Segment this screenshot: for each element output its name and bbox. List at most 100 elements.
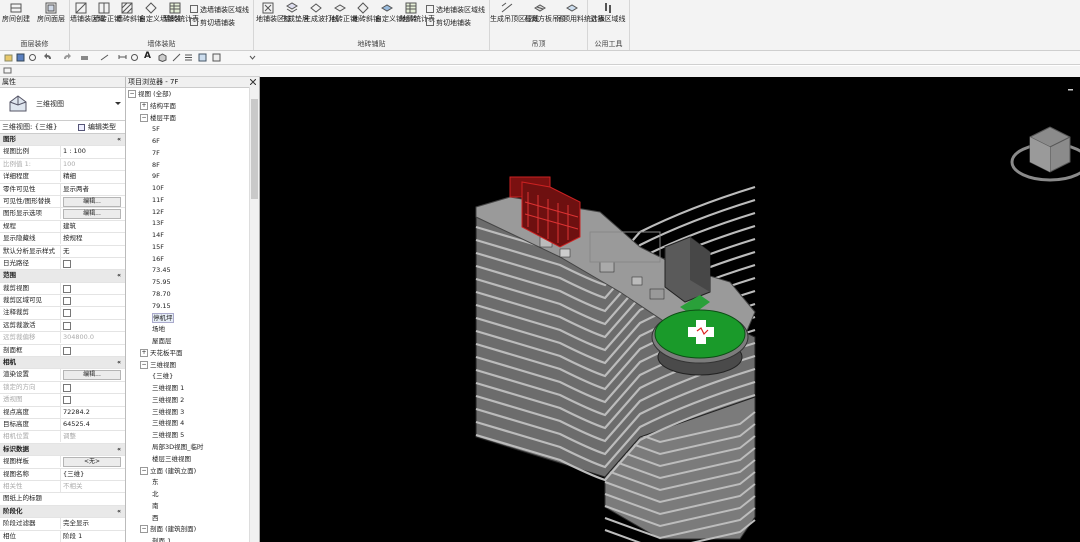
browser-tree-item[interactable]: 7F: [126, 148, 249, 160]
ribbon-button-floor-cushion[interactable]: 生成垫层: [281, 2, 309, 23]
checkbox[interactable]: [63, 309, 71, 318]
property-value[interactable]: 72284.2: [60, 406, 123, 418]
browser-tree-item[interactable]: 北: [126, 489, 249, 501]
switch-windows-icon[interactable]: [212, 53, 221, 62]
property-edit-button[interactable]: 编辑...: [60, 369, 123, 381]
property-row[interactable]: 远剪裁偏移 304800.0: [0, 332, 125, 345]
property-value[interactable]: 精细: [60, 171, 123, 183]
ribbon-button-floor-custom[interactable]: 自定义铺地砖: [375, 2, 417, 23]
property-row[interactable]: 视图样板 <无>: [0, 456, 125, 469]
expand-icon[interactable]: +: [140, 101, 148, 110]
browser-tree-item[interactable]: 场地: [126, 324, 249, 336]
browser-tree-item[interactable]: 三维视图 5: [126, 430, 249, 442]
property-row[interactable]: 渲染设置 编辑...: [0, 369, 125, 382]
ribbon-button-ceiling-schedule[interactable]: 吊顶用料统计表: [556, 2, 605, 23]
edit-button[interactable]: <无>: [63, 457, 121, 468]
browser-tree-item[interactable]: 南: [126, 501, 249, 513]
browser-tree-item[interactable]: 5F: [126, 124, 249, 136]
ribbon-button-select-boundary[interactable]: 选择区域线: [588, 2, 628, 23]
property-checkbox[interactable]: [60, 295, 123, 307]
checkbox[interactable]: [63, 284, 71, 293]
edit-button[interactable]: 编辑...: [63, 209, 121, 220]
browser-tree-item[interactable]: 西: [126, 513, 249, 525]
collapse-icon[interactable]: −: [140, 466, 148, 475]
property-row[interactable]: 默认分析显示样式无: [0, 245, 125, 258]
browser-tree-item[interactable]: 局部3D视图_临时: [126, 442, 249, 454]
3d-viewport[interactable]: [260, 77, 1080, 542]
browser-tree-item[interactable]: 8F: [126, 160, 249, 172]
scrollbar-thumb[interactable]: [251, 99, 258, 199]
property-row[interactable]: 视图比例 1 : 100: [0, 146, 125, 159]
property-value[interactable]: 100: [60, 158, 123, 170]
property-value[interactable]: 调整: [60, 431, 123, 443]
property-row[interactable]: 相位 阶段 1: [0, 530, 125, 542]
ribbon-button-wall-schedule[interactable]: 墙砖统计表: [164, 2, 199, 23]
property-group-header[interactable]: 图形 «: [0, 134, 125, 147]
property-row[interactable]: 零件可见性 显示两者: [0, 183, 125, 196]
property-edit-button[interactable]: <无>: [60, 456, 123, 468]
checkbox[interactable]: [63, 321, 71, 330]
section-icon[interactable]: [172, 53, 181, 62]
property-row[interactable]: 规程 建筑: [0, 220, 125, 234]
property-row[interactable]: 日光路径: [0, 257, 125, 271]
browser-tree-item[interactable]: − 三维视图: [126, 360, 249, 372]
property-row[interactable]: 锁定的方向: [0, 381, 125, 395]
print-icon[interactable]: [80, 53, 89, 62]
browser-scrollbar[interactable]: [249, 87, 259, 542]
edit-button[interactable]: 编辑...: [63, 196, 121, 207]
browser-tree-item[interactable]: − 立面 (建筑立面): [126, 466, 249, 478]
browser-tree-item[interactable]: 9F: [126, 171, 249, 183]
instance-filter[interactable]: 三维视图: {三维} 编辑类型: [0, 121, 125, 134]
browser-tree-item[interactable]: 楼层三维视图: [126, 454, 249, 466]
property-row[interactable]: 裁剪区域可见: [0, 295, 125, 308]
browser-tree-item[interactable]: 三维视图 2: [126, 395, 249, 407]
property-row[interactable]: 视点高度 72284.2: [0, 406, 125, 419]
collapse-icon[interactable]: «: [117, 270, 121, 281]
browser-tree-item[interactable]: 10F: [126, 183, 249, 195]
collapse-icon[interactable]: «: [117, 134, 121, 145]
view-cube[interactable]: [1010, 126, 1080, 182]
save-icon[interactable]: [16, 53, 25, 62]
property-row[interactable]: 图形显示选项 编辑...: [0, 208, 125, 221]
collapse-icon[interactable]: «: [117, 506, 121, 517]
ribbon-small-wall-select-boundary[interactable]: 选墙铺装区域线: [190, 5, 249, 15]
browser-tree-item[interactable]: 11F: [126, 195, 249, 207]
property-checkbox[interactable]: [60, 257, 123, 270]
undo-icon[interactable]: [44, 53, 53, 62]
property-row[interactable]: 可见性/图形替换 编辑...: [0, 195, 125, 209]
minimize-icon[interactable]: [1068, 89, 1073, 91]
ribbon-button-wall-custom[interactable]: 自定义墙铺装: [139, 2, 181, 23]
ribbon-button-room-create[interactable]: 房间创建: [0, 2, 32, 23]
property-value[interactable]: {三维}: [60, 468, 123, 480]
property-row[interactable]: 远剪裁激活: [0, 319, 125, 333]
browser-tree-item[interactable]: − 视图 (全部): [126, 89, 249, 101]
property-checkbox[interactable]: [60, 319, 123, 332]
browser-tree-item[interactable]: + 结构平面: [126, 101, 249, 113]
checkbox[interactable]: [63, 259, 71, 268]
property-edit-button[interactable]: 编辑...: [60, 208, 123, 220]
dimension-icon[interactable]: [118, 53, 127, 62]
checkbox[interactable]: [63, 297, 71, 306]
ribbon-button-ceiling-gypsum[interactable]: 石膏方板吊顶: [524, 2, 566, 23]
ribbon-small-floor-cut[interactable]: 剪切地铺装: [426, 18, 471, 28]
close-icon[interactable]: [250, 79, 256, 85]
property-row[interactable]: 透视图: [0, 394, 125, 407]
browser-tree-item[interactable]: 三维视图 4: [126, 418, 249, 430]
ribbon-button-ceiling-boundary[interactable]: 生成吊顶区域线: [490, 2, 539, 23]
collapse-icon[interactable]: −: [140, 360, 148, 369]
open-icon[interactable]: [4, 53, 13, 62]
property-value[interactable]: 显示两者: [60, 183, 123, 195]
collapse-icon[interactable]: −: [140, 525, 148, 534]
browser-tree-item[interactable]: 13F: [126, 218, 249, 230]
edit-button[interactable]: 编辑...: [63, 370, 121, 381]
property-row[interactable]: 目标高度 64525.4: [0, 418, 125, 432]
checkbox[interactable]: [63, 396, 71, 405]
property-row[interactable]: 相机位置 调整: [0, 431, 125, 444]
collapse-icon[interactable]: −: [140, 113, 148, 122]
tag-icon[interactable]: [130, 53, 139, 62]
property-row[interactable]: 裁剪视图: [0, 282, 125, 296]
text-icon[interactable]: A: [144, 51, 151, 61]
browser-tree-item[interactable]: 16F: [126, 254, 249, 266]
property-value[interactable]: 无: [60, 245, 123, 257]
modify-icon[interactable]: [3, 66, 12, 75]
